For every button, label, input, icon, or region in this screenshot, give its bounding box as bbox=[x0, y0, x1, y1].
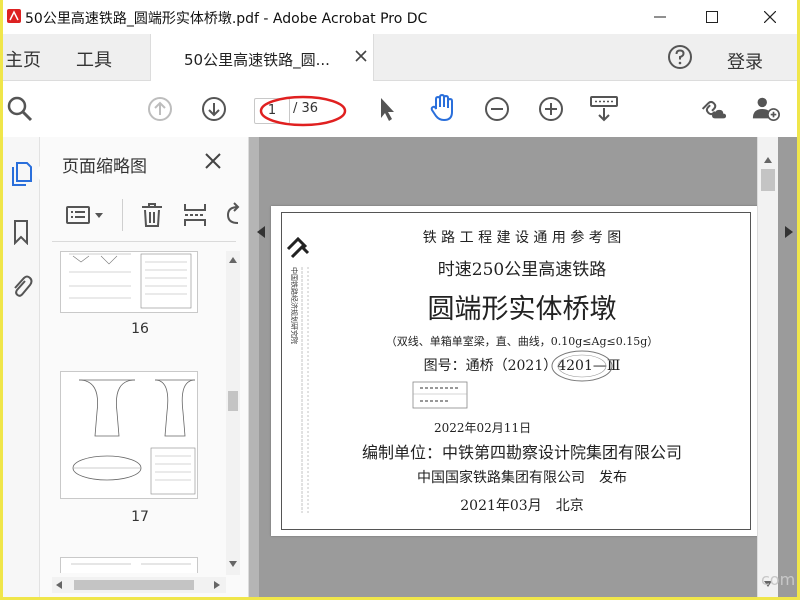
insert-page-icon[interactable] bbox=[182, 201, 208, 229]
share-link-button[interactable] bbox=[697, 93, 727, 123]
document-left-gutter bbox=[249, 137, 259, 597]
add-user-button[interactable] bbox=[751, 93, 781, 123]
main-toolbar: 1 / 36 bbox=[3, 81, 797, 138]
thumbnail-label-17: 17 bbox=[131, 509, 149, 525]
page-thumbnails-icon[interactable] bbox=[9, 161, 33, 187]
doc-spec-line: （双线、单箱单室梁，直、曲线，0.10g≤Ag≤0.15g） bbox=[385, 335, 659, 348]
doc-date-stamp: 2022年02月11日 bbox=[434, 421, 532, 435]
doc-subtitle: 时速250公里高速铁路 bbox=[437, 260, 607, 280]
scroll-down-icon[interactable] bbox=[229, 561, 237, 567]
thumbnails-panel: 页面缩略图 16 17 bbox=[40, 137, 249, 597]
thumbnails-panel-title: 页面缩略图 bbox=[62, 157, 147, 177]
minimize-icon bbox=[654, 16, 666, 18]
thumbnail-list: 16 17 bbox=[52, 251, 224, 573]
thumbnail-page-16[interactable] bbox=[60, 251, 198, 313]
scroll-left-icon[interactable] bbox=[56, 581, 62, 589]
watermark-text: com bbox=[761, 570, 796, 589]
page-side-margin-text: 中国铁路经济规划研究院 bbox=[286, 236, 310, 513]
hand-tool-button[interactable] bbox=[427, 93, 457, 123]
thumbnails-horizontal-scrollbar[interactable] bbox=[52, 577, 226, 593]
doc-publish-date: 2021年03月 北京 bbox=[460, 498, 584, 514]
trash-icon[interactable] bbox=[140, 201, 164, 229]
acrobat-window: 50公里高速铁路_圆端形实体桥墩.pdf - Adobe Acrobat Pro… bbox=[3, 0, 797, 597]
thumbnails-hscroll-thumb[interactable] bbox=[74, 580, 194, 590]
page-number-input[interactable]: 1 bbox=[254, 98, 290, 124]
bookmark-icon[interactable] bbox=[9, 219, 33, 245]
select-tool-button[interactable] bbox=[371, 94, 401, 124]
maximize-icon bbox=[706, 11, 718, 23]
tab-document[interactable]: 50公里高速铁路_圆... bbox=[150, 34, 374, 81]
thumbnails-vertical-scrollbar[interactable] bbox=[226, 251, 240, 575]
arrow-down-circle-icon bbox=[202, 97, 226, 121]
next-page-button[interactable] bbox=[199, 94, 229, 124]
doc-series-title: 铁 路 工 程 建 设 通 用 参 考 图 bbox=[422, 230, 622, 246]
help-icon[interactable] bbox=[667, 44, 693, 70]
add-person-icon bbox=[752, 97, 780, 122]
link-cloud-icon bbox=[701, 100, 727, 119]
close-panel-icon[interactable] bbox=[204, 152, 222, 170]
document-scroll-thumb[interactable] bbox=[761, 169, 775, 191]
maximize-button[interactable] bbox=[689, 0, 735, 34]
thumbnail-18-drawing bbox=[71, 563, 191, 565]
tab-bar: 主页 工具 50公里高速铁路_圆... 登录 bbox=[3, 34, 797, 81]
close-window-button[interactable] bbox=[747, 0, 793, 34]
arrow-up-circle-icon bbox=[148, 97, 172, 121]
thumbnail-17-drawing bbox=[72, 379, 196, 495]
scroll-right-icon[interactable] bbox=[214, 581, 220, 589]
doc-scroll-up-icon[interactable] bbox=[764, 157, 772, 163]
tab-home[interactable]: 主页 bbox=[5, 46, 41, 72]
cursor-arrow-icon bbox=[381, 98, 394, 121]
tab-tools[interactable]: 工具 bbox=[76, 46, 112, 72]
doc-compiler: 编制单位：中铁第四勘察设计院集团有限公司 bbox=[361, 443, 682, 462]
minus-circle-icon bbox=[485, 97, 509, 121]
scroll-up-icon[interactable] bbox=[229, 257, 237, 263]
minimize-button[interactable] bbox=[637, 0, 683, 34]
scroll-mode-button[interactable] bbox=[589, 94, 619, 124]
plus-circle-icon bbox=[539, 97, 563, 121]
thumbnail-page-18[interactable] bbox=[60, 557, 198, 573]
doc-publisher: 中国国家铁路集团有限公司 发布 bbox=[417, 470, 627, 486]
title-bar: 50公里高速铁路_圆端形实体桥墩.pdf - Adobe Acrobat Pro… bbox=[3, 0, 797, 34]
document-tab-label: 50公里高速铁路_圆... bbox=[184, 51, 330, 69]
page-total: / 36 bbox=[293, 101, 319, 116]
thumbnail-16-drawing bbox=[69, 253, 192, 309]
stamp-seal bbox=[551, 350, 613, 382]
thumbnail-label-16: 16 bbox=[131, 321, 149, 337]
thumbnails-scroll-thumb[interactable] bbox=[228, 391, 238, 411]
thumbnail-options-icon[interactable] bbox=[66, 205, 110, 227]
panel-divider bbox=[52, 241, 236, 242]
hand-icon bbox=[430, 93, 453, 122]
attachment-icon[interactable] bbox=[9, 273, 33, 299]
login-button[interactable]: 登录 bbox=[727, 48, 763, 74]
document-vertical-scrollbar[interactable] bbox=[757, 137, 778, 597]
thumbnail-page-17[interactable] bbox=[60, 371, 198, 499]
toolbar-divider bbox=[122, 199, 123, 231]
navigation-rail bbox=[3, 137, 41, 597]
previous-page-button[interactable] bbox=[145, 94, 175, 124]
doc-main-title: 圆端形实体桥墩 bbox=[427, 294, 617, 325]
zoom-out-button[interactable] bbox=[482, 94, 512, 124]
rotate-icon[interactable] bbox=[224, 201, 240, 229]
pdf-page: 中国铁路经济规划研究院 铁 路 工 程 建 设 通 用 参 考 图 时速250公… bbox=[271, 206, 759, 536]
expand-right-panel-icon[interactable] bbox=[785, 226, 793, 238]
side-margin-caption: 中国铁路经济规划研究院 bbox=[290, 267, 299, 344]
doc-drawing-number: 图号：通桥（2021）4201—Ⅲ bbox=[423, 358, 621, 374]
received-stamp bbox=[412, 381, 468, 409]
close-tab-icon[interactable] bbox=[355, 50, 367, 62]
close-icon bbox=[764, 11, 776, 23]
window-title: 50公里高速铁路_圆端形实体桥墩.pdf - Adobe Acrobat Pro… bbox=[25, 11, 428, 27]
acrobat-logo-icon bbox=[7, 9, 21, 23]
keyboard-scroll-icon bbox=[590, 96, 618, 122]
thumbnails-toolbar bbox=[54, 193, 240, 235]
search-icon bbox=[7, 96, 33, 122]
search-button[interactable] bbox=[5, 94, 35, 124]
page-border: 中国铁路经济规划研究院 铁 路 工 程 建 设 通 用 参 考 图 时速250公… bbox=[281, 212, 751, 530]
collapse-left-panel-icon[interactable] bbox=[257, 226, 265, 238]
zoom-in-button[interactable] bbox=[536, 94, 566, 124]
